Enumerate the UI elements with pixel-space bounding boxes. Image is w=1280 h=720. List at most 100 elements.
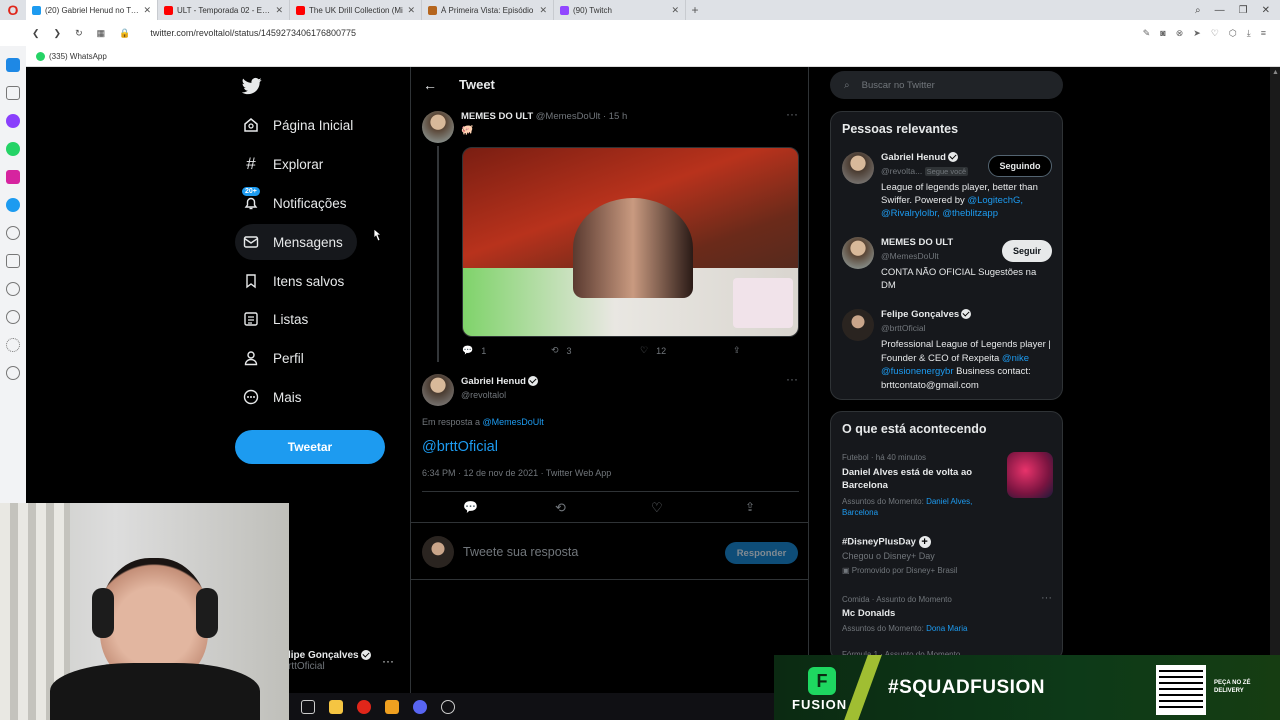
retweet-action[interactable]: ⟲ 3 — [551, 345, 572, 356]
more-icon[interactable]: ··· — [1041, 592, 1052, 604]
author-name[interactable]: MEMES DO ULT — [461, 111, 533, 122]
discord-icon[interactable] — [413, 699, 427, 714]
avatar[interactable] — [422, 111, 454, 143]
bio-link[interactable]: @fusionenergybr — [881, 366, 954, 377]
browser-tab[interactable]: ULT - Temporada 02 - Epis ✕ — [158, 0, 290, 20]
opera-icon[interactable] — [357, 699, 371, 714]
avatar[interactable] — [842, 152, 874, 184]
search-tabs-icon[interactable]: ⌕ — [1195, 5, 1201, 16]
instagram-icon[interactable] — [6, 170, 20, 184]
reply-input[interactable]: Tweete sua resposta — [463, 545, 578, 559]
app-icon[interactable] — [385, 699, 399, 714]
maximize-icon[interactable]: ❐ — [1239, 5, 1248, 16]
close-tab-icon[interactable]: ✕ — [275, 5, 283, 16]
reply-button[interactable]: Responder — [725, 542, 798, 564]
opera-logo-icon[interactable]: O — [0, 0, 26, 20]
avatar[interactable] — [842, 309, 874, 341]
back-arrow-icon[interactable]: ← — [423, 77, 437, 93]
retweet-icon[interactable]: ⟲ — [555, 500, 566, 516]
file-explorer-icon[interactable] — [329, 699, 343, 714]
scrollbar[interactable]: ▲ — [1270, 67, 1280, 657]
tweet-time[interactable]: · 15 h — [603, 111, 627, 122]
follow-button[interactable]: Seguir — [1002, 240, 1052, 262]
history-icon[interactable] — [6, 310, 20, 324]
search-box[interactable]: ⌕ Buscar no Twitter — [830, 71, 1063, 99]
settings-icon[interactable] — [6, 338, 20, 352]
lightbulb-icon[interactable] — [6, 366, 20, 380]
back-icon[interactable]: ❮ — [32, 28, 40, 39]
reload-icon[interactable]: ↻ — [75, 28, 83, 39]
tweet-media[interactable] — [462, 147, 799, 337]
heart-icon[interactable]: ♡ — [1211, 28, 1219, 39]
close-tab-icon[interactable]: ✕ — [407, 5, 415, 16]
messenger-icon[interactable] — [6, 114, 20, 128]
trend-item[interactable]: Comida · Assunto do Momento ··· Mc Donal… — [831, 590, 1062, 638]
nav-notifications[interactable]: 20+ Notificações — [235, 185, 361, 221]
more-icon[interactable]: ··· — [786, 107, 798, 121]
diamond-icon[interactable] — [6, 86, 20, 100]
following-button[interactable]: Seguindo — [988, 155, 1052, 177]
twitter-icon[interactable] — [6, 198, 20, 212]
avatar[interactable] — [842, 237, 874, 269]
person-handle[interactable]: @brttOficial — [881, 323, 926, 333]
edit-icon[interactable]: ✎ — [1143, 28, 1151, 39]
search-input[interactable]: Buscar no Twitter — [862, 80, 935, 91]
author-handle[interactable]: @revoltalol — [461, 390, 506, 400]
trend-links[interactable]: Dona Maria — [926, 624, 967, 633]
trend-item[interactable]: #DisneyPlusDay + Chegou o Disney+ Day ▣ … — [831, 531, 1062, 585]
nav-home[interactable]: Página Inicial — [235, 107, 367, 143]
author-name[interactable]: Gabriel Henud — [461, 376, 538, 387]
home-icon[interactable] — [6, 58, 20, 72]
url-field[interactable]: twitter.com/revoltalol/status/1459273406… — [150, 28, 356, 38]
mention-link[interactable]: @MemesDoUlt — [483, 417, 544, 427]
person-name[interactable]: MEMES DO ULT — [881, 237, 953, 248]
more-icon[interactable]: ··· — [786, 372, 798, 386]
reply-action[interactable]: 💬 1 — [462, 345, 486, 356]
trend-item[interactable]: Futebol · há 40 minutos Daniel Alves est… — [831, 448, 1062, 530]
share-icon[interactable]: ⇪ — [745, 500, 755, 514]
new-tab-icon[interactable]: + — [686, 3, 704, 17]
tabs-grid-icon[interactable]: ▦ — [97, 28, 106, 39]
twitter-logo-icon[interactable] — [241, 76, 262, 96]
nav-explore[interactable]: # Explorar — [235, 146, 337, 182]
like-icon[interactable]: ♡ — [651, 500, 663, 516]
browser-tab[interactable]: À Primeira Vista: Episódio ✕ — [422, 0, 554, 20]
more-icon[interactable]: ··· — [382, 654, 394, 668]
browser-tab[interactable]: The UK Drill Collection (Mi ✕ — [290, 0, 422, 20]
nav-lists[interactable]: Listas — [235, 301, 322, 337]
nav-profile[interactable]: Perfil — [235, 340, 318, 376]
share-icon[interactable]: ⇪ — [733, 345, 741, 356]
menu-icon[interactable]: ≡ — [1261, 28, 1266, 39]
tweet-text[interactable]: @brttOficial — [422, 439, 498, 455]
close-window-icon[interactable]: ✕ — [1262, 5, 1270, 16]
account-switcher[interactable]: lipe Gonçalves rttOficial ··· — [288, 650, 398, 680]
cube-icon[interactable]: ⬡ — [1229, 28, 1237, 39]
minimize-icon[interactable]: — — [1215, 5, 1225, 16]
close-tab-icon[interactable]: ✕ — [539, 5, 547, 16]
block-icon[interactable]: ⊗ — [1176, 28, 1184, 39]
camera-icon[interactable]: ◙ — [1160, 28, 1165, 39]
download-icon[interactable]: ⤓ — [1247, 28, 1251, 39]
whatsapp-icon[interactable] — [6, 142, 20, 156]
send-icon[interactable] — [6, 254, 20, 268]
send-icon[interactable]: ➤ — [1193, 28, 1201, 39]
task-view-icon[interactable] — [301, 699, 315, 714]
person-name[interactable]: Felipe Gonçalves — [881, 309, 972, 320]
like-action[interactable]: ♡ 12 — [640, 345, 666, 356]
close-tab-icon[interactable]: ✕ — [143, 5, 151, 16]
tweet-button[interactable]: Tweetar — [235, 430, 385, 464]
nav-bookmarks[interactable]: Itens salvos — [235, 263, 358, 299]
person-handle[interactable]: @MemesDoUlt — [881, 251, 939, 261]
browser-tab[interactable]: (20) Gabriel Henud no Twitt ✕ — [26, 0, 158, 20]
player-icon[interactable] — [6, 226, 20, 240]
browser-tab[interactable]: (90) Twitch ✕ — [554, 0, 686, 20]
heart-icon[interactable] — [6, 282, 20, 296]
bio-link[interactable]: @nike — [1002, 353, 1029, 364]
person-handle[interactable]: @revolta... Segue você — [881, 166, 969, 176]
nav-more[interactable]: Mais — [235, 379, 316, 415]
forward-icon[interactable]: ❯ — [54, 28, 62, 39]
avatar[interactable] — [422, 374, 454, 406]
author-handle[interactable]: @MemesDoUlt — [536, 111, 601, 122]
bookmark-whatsapp[interactable]: (335) WhatsApp — [49, 52, 107, 61]
reply-icon[interactable]: 💬 — [463, 500, 478, 514]
